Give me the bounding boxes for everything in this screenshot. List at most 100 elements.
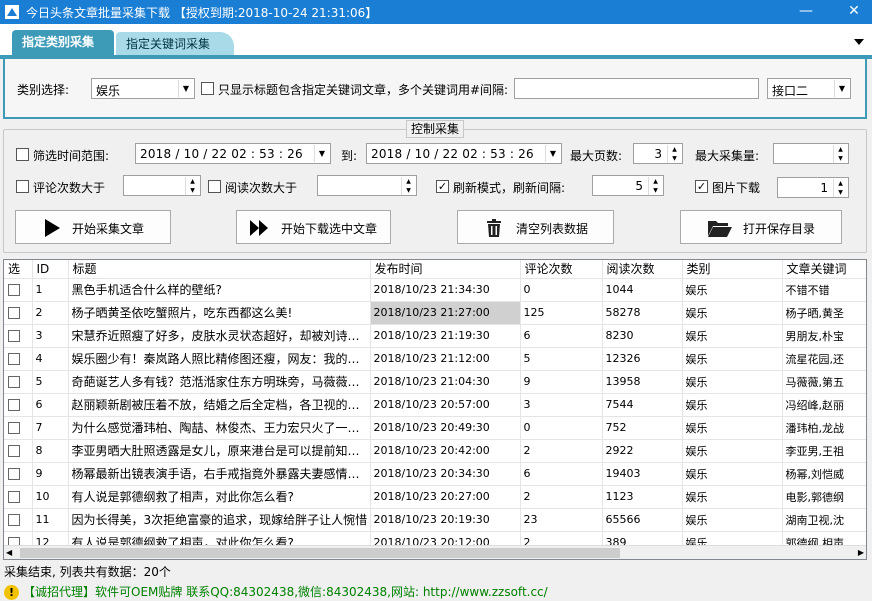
row-checkbox[interactable] [8, 422, 20, 434]
cell-id: 4 [32, 347, 69, 371]
column-reads[interactable]: 阅读次数 [602, 260, 683, 279]
column-title[interactable]: 标题 [68, 260, 371, 279]
refresh-mode-checkbox[interactable]: ✓ [436, 180, 449, 193]
scroll-right-icon[interactable]: ▶ [858, 546, 864, 560]
row-checkbox-cell[interactable] [4, 301, 33, 325]
stepper-down-icon[interactable]: ▼ [667, 154, 681, 163]
row-checkbox-cell[interactable] [4, 370, 33, 394]
row-checkbox[interactable] [8, 514, 20, 526]
keyword-filter-checkbox[interactable] [201, 82, 214, 95]
start-download-button[interactable]: 开始下载选中文章 [236, 210, 391, 244]
row-checkbox[interactable] [8, 307, 20, 319]
keyword-filter-label: 只显示标题包含指定关键词文章，多个关键词用#间隔: [218, 83, 509, 97]
minimize-button[interactable]: — [792, 0, 820, 24]
row-checkbox-cell[interactable] [4, 462, 33, 486]
reads-filter-checkbox[interactable] [208, 180, 221, 193]
table-row[interactable]: 11 因为长得美，3次拒绝富豪的追求，现嫁给胖子让人惋惜 2018/10/23 20… [4, 508, 866, 532]
table-row[interactable]: 10 有人说是郭德纲救了相声，对此你怎么看? 2018/10/23 20:27:00… [4, 485, 866, 509]
stepper-up-icon[interactable]: ▲ [648, 177, 662, 186]
row-checkbox-cell[interactable] [4, 416, 33, 440]
column-comments[interactable]: 评论次数 [520, 260, 603, 279]
time-from-picker[interactable]: 2018 / 10 / 22 02 : 53 : 26 ▼ [135, 143, 331, 164]
horizontal-scrollbar[interactable]: ◀ ▶ [4, 545, 866, 559]
table-row[interactable]: 9 杨幂最新出镜表演手语，右手戒指竟外暴露夫妻感情… 2018/10/23 20:3… [4, 462, 866, 486]
stepper-down-icon[interactable]: ▼ [648, 186, 662, 195]
row-checkbox[interactable] [8, 399, 20, 411]
stepper-up-icon[interactable]: ▲ [401, 177, 415, 186]
table-row[interactable]: 7 为什么感觉潘玮柏、陶喆、林俊杰、王力宏只火了一… 2018/10/23 20:4… [4, 416, 866, 440]
window-title: 今日头条文章批量采集下载 【授权到期:2018-10-24 21:31:06】 [26, 6, 378, 20]
column-category[interactable]: 类别 [682, 260, 783, 279]
comments-gt-stepper[interactable]: ▲ ▼ [123, 175, 201, 196]
row-checkbox-cell[interactable] [4, 347, 33, 371]
stepper-up-icon[interactable]: ▲ [833, 145, 847, 154]
stepper-up-icon[interactable]: ▲ [833, 179, 847, 188]
tab-category-collect[interactable]: 指定类别采集 [12, 30, 114, 56]
stepper-down-icon[interactable]: ▼ [401, 186, 415, 195]
cell-title: 娱乐圈少有！秦岚路人照比精修图还瘦，网友：我的… [68, 347, 371, 371]
row-checkbox[interactable] [8, 330, 20, 342]
stepper-down-icon[interactable]: ▼ [833, 188, 847, 197]
start-collect-button[interactable]: 开始采集文章 [15, 210, 171, 244]
category-select[interactable]: 娱乐 ▼ [91, 78, 195, 99]
table-row[interactable]: 5 奇葩诞艺人多有钱？范湉湉家住东方明珠旁，马薇薇… 2018/10/23 21:0… [4, 370, 866, 394]
stepper-down-icon[interactable]: ▼ [185, 186, 199, 195]
tab-keyword-collect[interactable]: 指定关键词采集 [116, 32, 234, 56]
column-keywords[interactable]: 文章关键词 [782, 260, 866, 279]
close-button[interactable]: ✕ [840, 0, 868, 24]
cell-id: 7 [32, 416, 69, 440]
comments-filter-checkbox[interactable] [16, 180, 29, 193]
column-select[interactable]: 选 [4, 260, 33, 279]
row-checkbox[interactable] [8, 353, 20, 365]
column-publish-time[interactable]: 发布时间 [370, 260, 521, 279]
stepper-down-icon[interactable]: ▼ [833, 154, 847, 163]
footer-text[interactable]: 【诚招代理】软件可OEM贴牌 联系QQ:84302438,微信:84302438… [23, 585, 548, 599]
table-row[interactable]: 1 黑色手机适合什么样的壁纸? 2018/10/23 21:34:30 0 1044 娱乐… [4, 278, 866, 302]
column-id[interactable]: ID [32, 260, 69, 279]
row-checkbox[interactable] [8, 468, 20, 480]
table-row[interactable]: 2 杨子晒黄圣依吃蟹照片，吃东西都这么美! 2018/10/23 21:27:00 1… [4, 301, 866, 325]
cell-publish-time: 2018/10/23 21:34:30 [370, 278, 521, 302]
table-row[interactable]: 3 宋慧乔近照瘦了好多，皮肤水灵状态超好，却被刘诗… 2018/10/23 21:1… [4, 324, 866, 348]
cell-category: 娱乐 [682, 416, 783, 440]
row-checkbox[interactable] [8, 376, 20, 388]
stepper-up-icon[interactable]: ▲ [185, 177, 199, 186]
row-checkbox-cell[interactable] [4, 508, 33, 532]
keyword-input[interactable] [514, 78, 759, 99]
scroll-left-icon[interactable]: ◀ [6, 546, 12, 560]
row-checkbox-cell[interactable] [4, 324, 33, 348]
chevron-down-icon[interactable] [854, 38, 864, 46]
row-checkbox-cell[interactable] [4, 278, 33, 302]
stepper-up-icon[interactable]: ▲ [667, 145, 681, 154]
row-checkbox[interactable] [8, 491, 20, 503]
cell-id: 9 [32, 462, 69, 486]
image-download-label: 图片下载 [712, 181, 761, 195]
row-checkbox-cell[interactable] [4, 439, 33, 463]
table-row[interactable]: 6 赵丽颖新剧被压着不放，结婚之后全定档，各卫视的… 2018/10/23 20:5… [4, 393, 866, 417]
reads-gt-stepper[interactable]: ▲ ▼ [317, 175, 417, 196]
row-checkbox-cell[interactable] [4, 393, 33, 417]
image-count-stepper[interactable]: 1 ▲ ▼ [777, 177, 849, 198]
image-download-checkbox[interactable]: ✓ [695, 180, 708, 193]
max-collect-stepper[interactable]: ▲ ▼ [773, 143, 849, 164]
time-filter-checkbox[interactable] [16, 148, 29, 161]
cell-category: 娱乐 [682, 393, 783, 417]
cell-publish-time: 2018/10/23 21:04:30 [370, 370, 521, 394]
table-row[interactable]: 4 娱乐圈少有！秦岚路人照比精修图还瘦，网友：我的… 2018/10/23 21:1… [4, 347, 866, 371]
time-to-picker[interactable]: 2018 / 10 / 22 02 : 53 : 26 ▼ [366, 143, 562, 164]
row-checkbox[interactable] [8, 445, 20, 457]
cell-publish-time: 2018/10/23 21:19:30 [370, 324, 521, 348]
scrollbar-thumb[interactable] [20, 548, 620, 558]
table-row[interactable]: 8 李亚男晒大肚照透露是女儿，原来港台是可以提前知… 2018/10/23 20:4… [4, 439, 866, 463]
cell-keywords: 杨子晒,黄圣 [782, 301, 866, 325]
open-save-dir-button[interactable]: 打开保存目录 [680, 210, 842, 244]
row-checkbox-cell[interactable] [4, 485, 33, 509]
row-checkbox[interactable] [8, 284, 20, 296]
cell-publish-time: 2018/10/23 21:12:00 [370, 347, 521, 371]
max-pages-stepper[interactable]: 3 ▲ ▼ [633, 143, 683, 164]
chevron-down-icon: ▼ [314, 145, 329, 162]
clear-list-button[interactable]: 清空列表数据 [457, 210, 614, 244]
app-window: 今日头条文章批量采集下载 【授权到期:2018-10-24 21:31:06】 … [0, 0, 872, 601]
refresh-interval-stepper[interactable]: 5 ▲ ▼ [592, 175, 664, 196]
interface-select[interactable]: 接口二 ▼ [767, 78, 851, 99]
